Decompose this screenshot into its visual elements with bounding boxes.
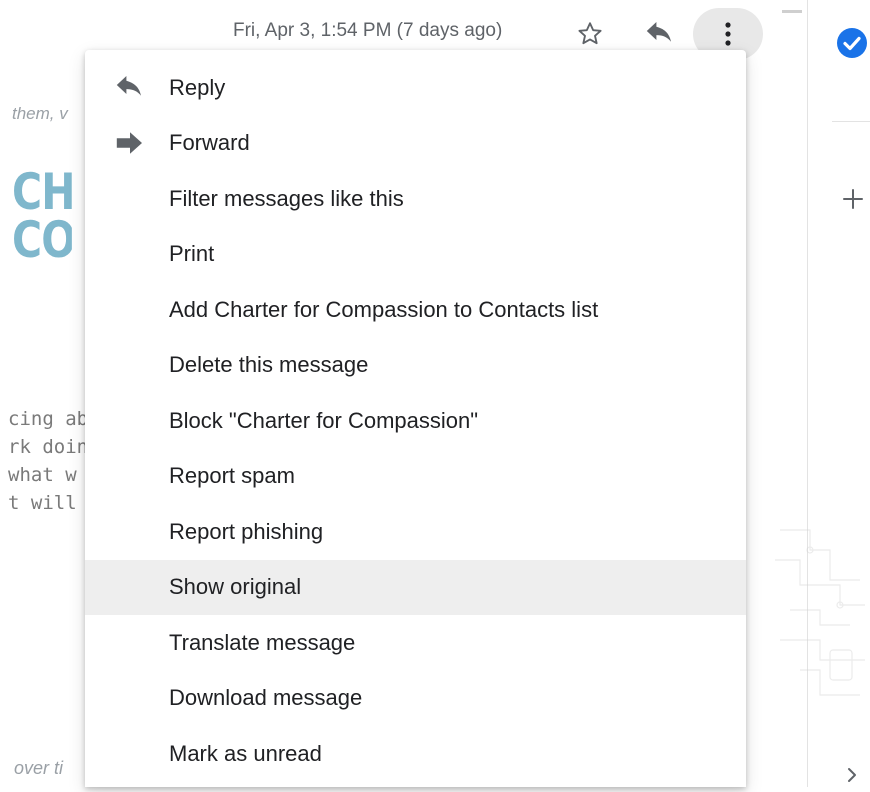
menu-item-label: Report spam: [169, 463, 295, 489]
email-body-line: cing ab: [8, 408, 85, 430]
email-body-line: what w: [8, 464, 77, 486]
forward-icon: [116, 132, 142, 155]
menu-item-download-message[interactable]: Download message: [85, 671, 746, 727]
menu-item-label: Report phishing: [169, 518, 324, 544]
email-body-line: t will l: [8, 492, 85, 514]
menu-item-report-spam[interactable]: Report spam: [85, 449, 746, 505]
get-addons-button[interactable]: [838, 184, 868, 214]
message-timestamp: Fri, Apr 3, 1:54 PM (7 days ago): [233, 20, 503, 41]
menu-item-label: Delete this message: [169, 352, 369, 378]
sender-logo: CH CO: [12, 168, 72, 264]
menu-item-label: Reply: [169, 74, 226, 100]
tasks-button[interactable]: [835, 26, 869, 60]
expand-side-panel-button[interactable]: [842, 763, 862, 787]
menu-item-label: Download message: [169, 685, 363, 711]
menu-item-reply[interactable]: Reply: [85, 60, 746, 116]
menu-item-label: Filter messages like this: [169, 185, 404, 211]
circuit-pattern-decoration: [775, 529, 865, 696]
menu-item-report-phishing[interactable]: Report phishing: [85, 504, 746, 560]
more-vertical-icon: [725, 22, 731, 46]
menu-item-label: Mark as unread: [169, 740, 322, 766]
star-outline-icon: [578, 22, 602, 45]
message-options-menu: Reply Forward Filter messages like this …: [85, 50, 746, 787]
star-button[interactable]: [570, 14, 610, 54]
menu-item-label: Forward: [169, 130, 250, 156]
reply-icon: [116, 75, 142, 96]
chevron-right-icon: [848, 768, 856, 782]
logo-line-2: CO: [12, 211, 72, 264]
email-body-fragment: over ti: [14, 758, 64, 778]
reply-button[interactable]: [640, 14, 680, 54]
menu-item-forward[interactable]: Forward: [85, 116, 746, 172]
menu-item-filter-messages[interactable]: Filter messages like this: [85, 171, 746, 227]
menu-item-print[interactable]: Print: [85, 227, 746, 283]
email-body-fragment: them, v: [12, 104, 68, 123]
logo-line-1: CH: [12, 168, 72, 221]
plus-icon: [843, 189, 863, 209]
menu-item-mark-as-unread[interactable]: Mark as unread: [85, 726, 746, 782]
menu-list: Reply Forward Filter messages like this …: [85, 50, 746, 782]
menu-item-translate-message[interactable]: Translate message: [85, 615, 746, 671]
menu-item-show-original[interactable]: Show original: [85, 559, 746, 615]
reply-icon: [646, 22, 672, 42]
tasks-check-icon: [837, 28, 867, 58]
menu-item-label: Print: [169, 241, 215, 267]
menu-item-block-sender[interactable]: Block "Charter for Compassion": [85, 393, 746, 449]
side-panel-separator: [832, 121, 870, 122]
scrollbar-thumb[interactable]: [782, 10, 802, 13]
email-body-text: cing ab rk doin what w t will l: [8, 405, 85, 517]
email-body-line: rk doin: [8, 436, 85, 458]
menu-item-label: Block "Charter for Compassion": [169, 407, 479, 433]
menu-item-label: Show original: [169, 574, 302, 600]
menu-item-add-to-contacts[interactable]: Add Charter for Compassion to Contacts l…: [85, 282, 746, 338]
menu-item-delete-message[interactable]: Delete this message: [85, 338, 746, 394]
menu-item-label: Add Charter for Compassion to Contacts l…: [169, 296, 599, 322]
menu-item-label: Translate message: [169, 629, 356, 655]
